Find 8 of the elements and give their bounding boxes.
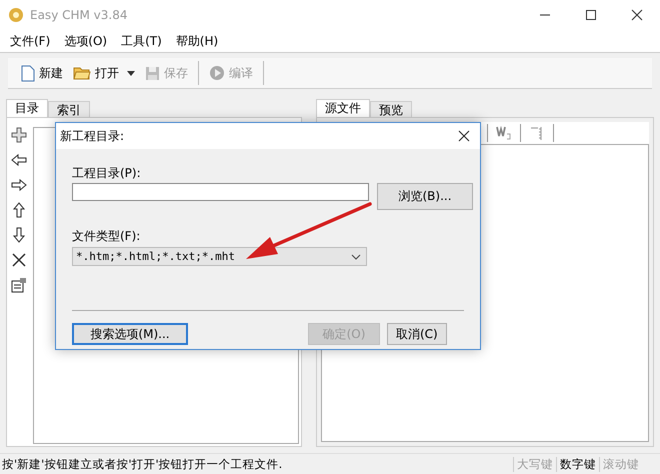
- field-label: 工程目录(P):: [72, 165, 142, 181]
- window-title: Easy CHM v3.84: [30, 8, 128, 22]
- key-indicator: 数字键: [556, 456, 599, 472]
- key-indicator: 滚动键: [599, 456, 642, 472]
- field-label: 文件类型(F):: [72, 228, 142, 244]
- key-indicator: 大写键: [513, 456, 556, 472]
- dialog-title: 新工程目录:: [60, 128, 124, 144]
- status-message: 按'新建'按钮建立或者按'打开'按钮打开一个工程文件.: [1, 456, 284, 472]
